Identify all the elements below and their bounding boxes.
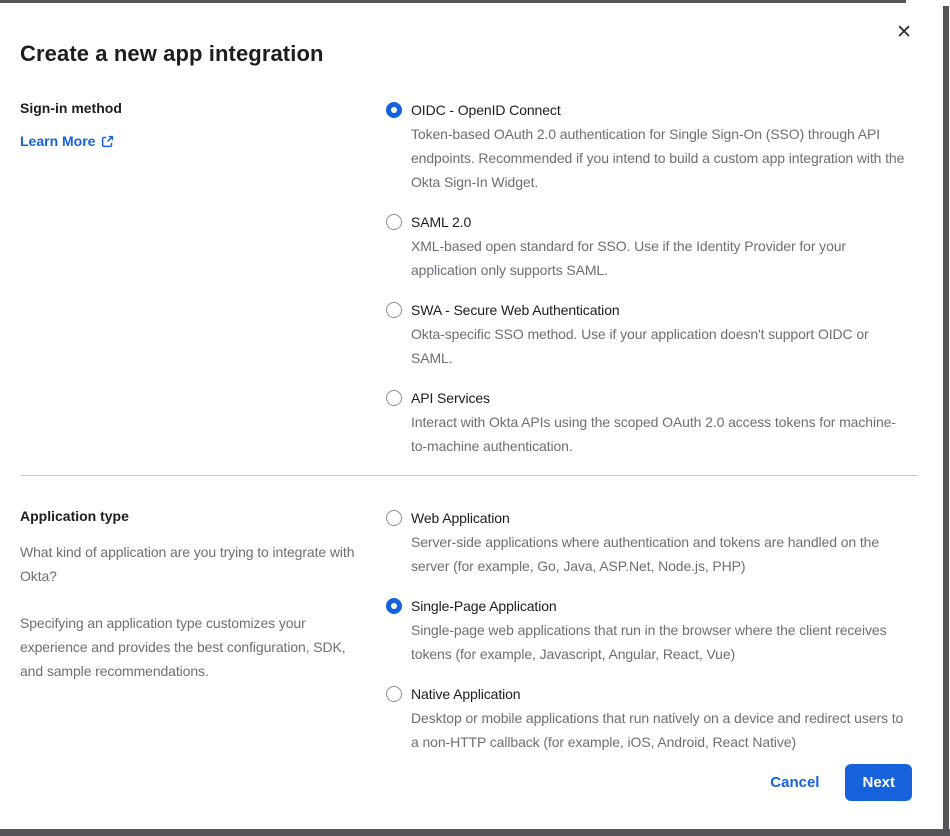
sign-in-method-section: Sign-in method Learn More bbox=[20, 98, 918, 458]
radio-description: Single-page web applications that run in… bbox=[411, 618, 908, 666]
external-link-icon bbox=[101, 135, 114, 148]
application-type-intro-1: What kind of application are you trying … bbox=[20, 540, 372, 588]
radio-option-saml[interactable]: SAML 2.0 XML-based open standard for SSO… bbox=[386, 210, 908, 282]
radio-option-web-application[interactable]: Web Application Server-side applications… bbox=[386, 506, 908, 578]
radio-option-api-services[interactable]: API Services Interact with Okta APIs usi… bbox=[386, 386, 908, 458]
radio-description: Server-side applications where authentic… bbox=[411, 530, 908, 578]
radio-option-swa[interactable]: SWA - Secure Web Authentication Okta-spe… bbox=[386, 298, 908, 370]
radio-description: Okta-specific SSO method. Use if your ap… bbox=[411, 322, 908, 370]
radio-icon-web-application[interactable] bbox=[386, 510, 402, 526]
radio-label: Single-Page Application bbox=[411, 594, 908, 618]
application-type-section: Application type What kind of applicatio… bbox=[20, 506, 918, 754]
radio-option-single-page-application[interactable]: Single-Page Application Single-page web … bbox=[386, 594, 908, 666]
window-edge-right bbox=[943, 6, 949, 836]
radio-description: Token-based OAuth 2.0 authentication for… bbox=[411, 122, 908, 194]
radio-label: OIDC - OpenID Connect bbox=[411, 98, 908, 122]
sign-in-method-options: OIDC - OpenID Connect Token-based OAuth … bbox=[386, 98, 908, 458]
learn-more-label: Learn More bbox=[20, 133, 95, 149]
window-edge-bottom bbox=[0, 829, 950, 836]
next-button[interactable]: Next bbox=[845, 764, 912, 801]
create-app-integration-dialog: ✕ Create a new app integration Sign-in m… bbox=[0, 3, 940, 829]
radio-label: Native Application bbox=[411, 682, 908, 706]
modal-window: ✕ Create a new app integration Sign-in m… bbox=[0, 0, 950, 836]
radio-option-native-application[interactable]: Native Application Desktop or mobile app… bbox=[386, 682, 908, 754]
radio-description: Desktop or mobile applications that run … bbox=[411, 706, 908, 754]
section-divider bbox=[20, 475, 918, 476]
radio-icon-saml[interactable] bbox=[386, 214, 402, 230]
radio-icon-oidc[interactable] bbox=[386, 102, 402, 118]
radio-description: Interact with Okta APIs using the scoped… bbox=[411, 410, 908, 458]
radio-label: SWA - Secure Web Authentication bbox=[411, 298, 908, 322]
application-type-label: Application type bbox=[20, 506, 372, 526]
close-icon[interactable]: ✕ bbox=[896, 23, 912, 42]
dialog-footer: Cancel Next bbox=[770, 764, 912, 801]
radio-description: XML-based open standard for SSO. Use if … bbox=[411, 234, 908, 282]
learn-more-link[interactable]: Learn More bbox=[20, 133, 114, 149]
dialog-title: Create a new app integration bbox=[20, 40, 918, 68]
application-type-intro-2: Specifying an application type customize… bbox=[20, 611, 372, 683]
radio-label: API Services bbox=[411, 386, 908, 410]
cancel-button[interactable]: Cancel bbox=[770, 774, 819, 791]
radio-icon-single-page-application[interactable] bbox=[386, 598, 402, 614]
application-type-options: Web Application Server-side applications… bbox=[386, 506, 908, 754]
radio-option-oidc[interactable]: OIDC - OpenID Connect Token-based OAuth … bbox=[386, 98, 908, 194]
radio-label: SAML 2.0 bbox=[411, 210, 908, 234]
radio-label: Web Application bbox=[411, 506, 908, 530]
radio-icon-native-application[interactable] bbox=[386, 686, 402, 702]
radio-icon-api-services[interactable] bbox=[386, 390, 402, 406]
radio-icon-swa[interactable] bbox=[386, 302, 402, 318]
sign-in-method-label: Sign-in method bbox=[20, 98, 372, 118]
